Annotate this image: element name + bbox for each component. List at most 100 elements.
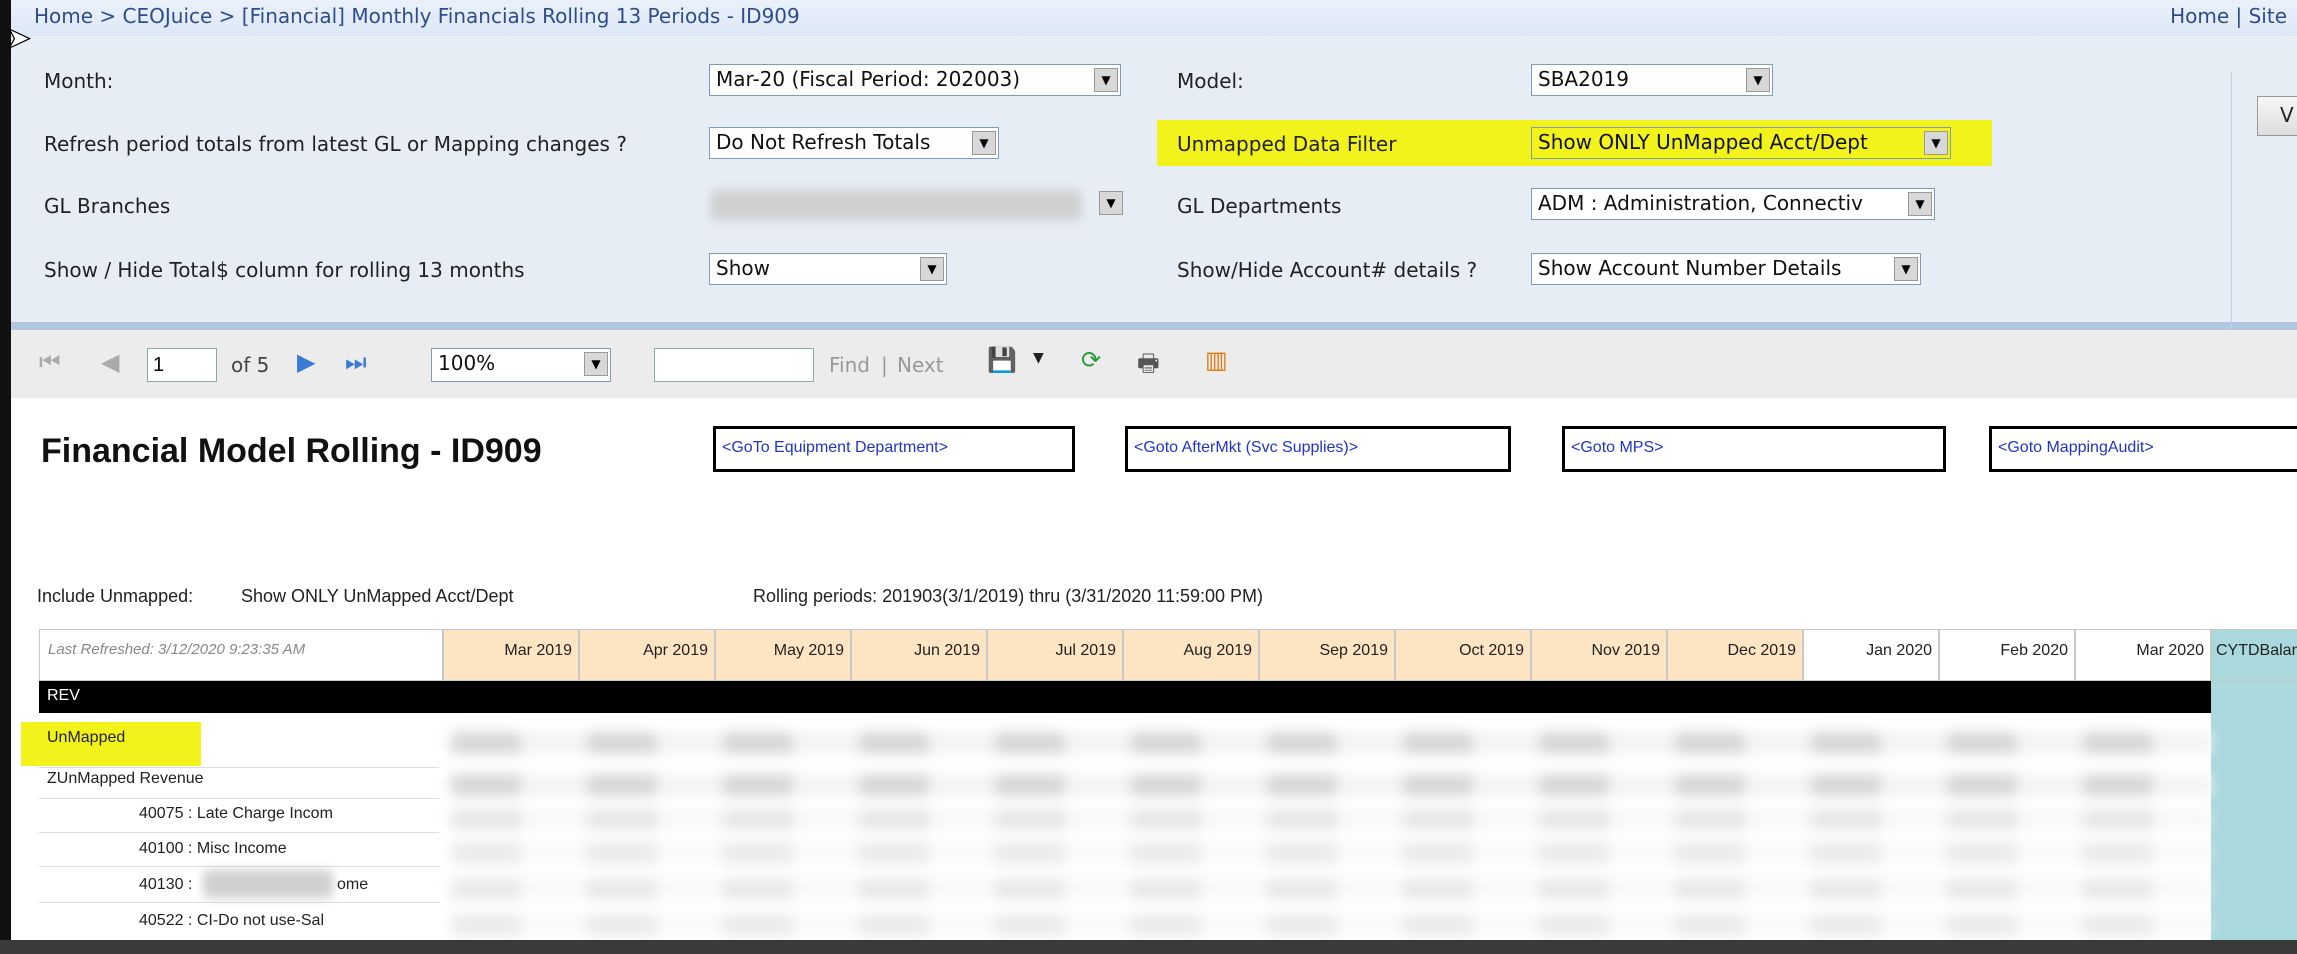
refresh-label: Refresh period totals from latest GL or …	[44, 132, 627, 156]
model-select-value: SBA2019	[1538, 67, 1629, 91]
print-icon[interactable]: 🖶	[1137, 346, 1160, 387]
page-number-input[interactable]	[147, 348, 217, 382]
month-label: Month:	[44, 69, 114, 93]
goto-mappingaudit-link[interactable]: <Goto MappingAudit>	[1989, 426, 2297, 472]
blurred-row-values	[451, 808, 2211, 830]
report-title: Financial Model Rolling - ID909	[41, 432, 542, 470]
blurred-row-values	[451, 774, 2211, 796]
branches-label: GL Branches	[44, 194, 171, 218]
goto-mps-link[interactable]: <Goto MPS>	[1562, 426, 1946, 472]
account-label: Show/Hide Account# details ?	[1177, 258, 1478, 282]
last-page-icon[interactable]: ⏭	[345, 348, 367, 376]
model-select[interactable]: SBA2019 ▼	[1531, 64, 1773, 96]
month-header: Sep 2019	[1259, 629, 1395, 681]
row-divider	[39, 902, 439, 903]
left-window-edge	[0, 0, 11, 940]
report-body: Financial Model Rolling - ID909 <GoTo Eq…	[11, 398, 2297, 940]
showhide-select-value: Show	[716, 256, 770, 280]
month-header: Feb 2020	[1939, 629, 2075, 681]
month-header-row: Mar 2019 Apr 2019 May 2019 Jun 2019 Jul …	[11, 629, 2297, 681]
month-header: Apr 2019	[579, 629, 715, 681]
month-header: Oct 2019	[1395, 629, 1531, 681]
bottom-window-edge	[0, 940, 2297, 954]
row-unmapped: UnMapped	[47, 729, 126, 746]
chevron-down-icon[interactable]: ▼	[1908, 192, 1932, 216]
model-label: Model:	[1177, 69, 1244, 93]
month-header: Mar 2019	[443, 629, 579, 681]
chevron-down-icon[interactable]: ▼	[1924, 131, 1948, 155]
chevron-down-icon[interactable]: ▼	[1099, 191, 1123, 215]
report-toolbar: ⏮ ◀ of 5 ▶ ⏭ 100% ▼ Find | Next 💾 ▼ ⟳ 🖶 …	[11, 330, 2297, 399]
departments-select-value: ADM : Administration, Connectiv	[1538, 191, 1863, 215]
departments-select[interactable]: ADM : Administration, Connectiv ▼	[1531, 188, 1935, 220]
parameter-panel: Month: Mar-20 (Fiscal Period: 202003) ▼ …	[11, 36, 2297, 358]
row-zunmapped-revenue: ZUnMapped Revenue	[47, 770, 204, 787]
find-input[interactable]	[654, 348, 814, 382]
month-header: Jun 2019	[851, 629, 987, 681]
refresh-select[interactable]: Do Not Refresh Totals ▼	[709, 127, 999, 159]
goto-equipment-link[interactable]: <GoTo Equipment Department>	[713, 426, 1075, 472]
blurred-account-name	[203, 870, 333, 898]
first-page-icon[interactable]: ⏮	[39, 348, 61, 376]
unmapped-select-value: Show ONLY UnMapped Acct/Dept	[1538, 130, 1868, 154]
unmapped-select[interactable]: Show ONLY UnMapped Acct/Dept ▼	[1531, 127, 1951, 159]
refresh-select-value: Do Not Refresh Totals	[716, 130, 931, 154]
refresh-icon[interactable]: ⟳	[1081, 346, 1101, 374]
month-header: Mar 2020	[2075, 629, 2211, 681]
row-account: 40130 :	[139, 876, 193, 893]
breadcrumb[interactable]: Home > CEOJuice > [Financial] Monthly Fi…	[34, 4, 800, 28]
blurred-row-values	[451, 842, 2211, 864]
find-separator: |	[881, 353, 888, 377]
row-account: 40522 : CI-Do not use-Sal	[139, 912, 324, 929]
branches-dropdown[interactable]: ▼	[1089, 188, 1123, 220]
account-select[interactable]: Show Account Number Details ▼	[1531, 253, 1921, 285]
row-account-suffix: ome	[337, 876, 369, 893]
account-select-value: Show Account Number Details	[1538, 256, 1842, 280]
month-header: May 2019	[715, 629, 851, 681]
chevron-down-icon[interactable]: ▼	[1746, 68, 1770, 92]
export-dropdown-icon[interactable]: ▼	[1033, 350, 1044, 366]
chevron-down-icon[interactable]: ▼	[584, 352, 608, 376]
blurred-row-values	[451, 878, 2211, 900]
chevron-down-icon[interactable]: ▼	[972, 131, 996, 155]
zoom-value: 100%	[438, 351, 496, 375]
unmapped-label: Unmapped Data Filter	[1177, 132, 1397, 156]
top-links[interactable]: Home | Site	[2170, 4, 2287, 28]
row-divider	[39, 832, 439, 833]
row-divider	[39, 866, 439, 867]
breadcrumb-bar: Home > CEOJuice > [Financial] Monthly Fi…	[11, 0, 2297, 37]
chevron-down-icon[interactable]: ▼	[1894, 257, 1918, 281]
blurred-branches-value	[711, 190, 1081, 220]
blurred-row-values	[451, 914, 2211, 936]
month-select[interactable]: Mar-20 (Fiscal Period: 202003) ▼	[709, 64, 1121, 96]
chevron-down-icon[interactable]: ▼	[1094, 68, 1118, 92]
month-header: Nov 2019	[1531, 629, 1667, 681]
rev-section-bar: REV	[39, 681, 2211, 713]
previous-page-icon[interactable]: ◀	[101, 348, 119, 376]
rolling-periods: Rolling periods: 201903(3/1/2019) thru (…	[753, 586, 1264, 606]
page-count: of 5	[231, 353, 270, 377]
showhide-select[interactable]: Show ▼	[709, 253, 947, 285]
panel-divider	[2231, 72, 2232, 358]
goto-aftermkt-link[interactable]: <Goto AfterMkt (Svc Supplies)>	[1125, 426, 1511, 472]
next-page-icon[interactable]: ▶	[297, 348, 315, 376]
month-header: Dec 2019	[1667, 629, 1803, 681]
next-link[interactable]: Next	[897, 353, 944, 377]
mouse-cursor-icon: ➤	[5, 21, 32, 56]
chevron-down-icon[interactable]: ▼	[920, 257, 944, 281]
data-feed-icon[interactable]: ▥	[1205, 346, 1228, 374]
departments-label: GL Departments	[1177, 194, 1342, 218]
row-divider	[39, 798, 439, 799]
view-report-button[interactable]: V	[2257, 96, 2297, 136]
include-unmapped-value: Show ONLY UnMapped Acct/Dept	[241, 586, 514, 606]
row-divider	[39, 767, 439, 768]
row-account: 40100 : Misc Income	[139, 840, 287, 857]
export-save-icon[interactable]: 💾	[987, 346, 1017, 374]
month-select-value: Mar-20 (Fiscal Period: 202003)	[716, 67, 1021, 91]
showhide-label: Show / Hide Total$ column for rolling 13…	[44, 258, 525, 282]
month-header: Jul 2019	[987, 629, 1123, 681]
include-unmapped-label: Include Unmapped:	[37, 586, 194, 606]
find-link[interactable]: Find	[829, 353, 870, 377]
month-header: Jan 2020	[1803, 629, 1939, 681]
zoom-select[interactable]: 100% ▼	[431, 348, 611, 382]
